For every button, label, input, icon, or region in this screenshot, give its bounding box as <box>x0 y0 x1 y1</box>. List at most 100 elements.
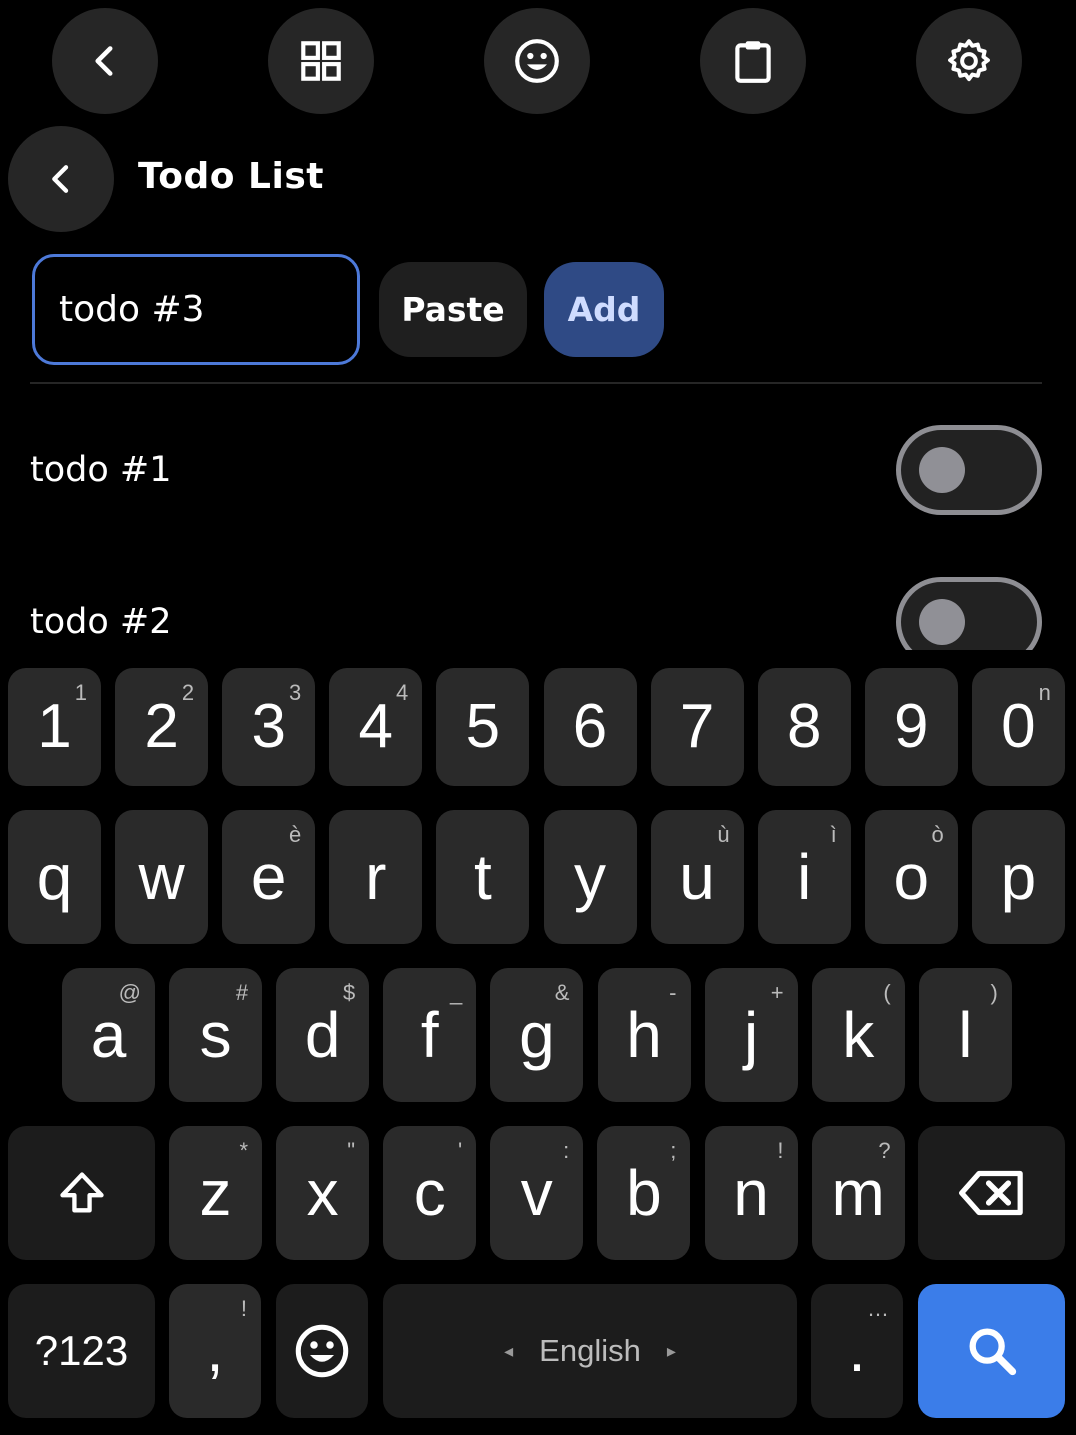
key-hint: + <box>770 980 784 1005</box>
paste-button[interactable]: Paste <box>379 262 527 357</box>
key-hint: ò <box>931 822 944 847</box>
todo-label: todo #1 <box>30 450 172 490</box>
key-d[interactable]: d $ <box>276 968 370 1102</box>
back-button[interactable] <box>8 126 114 232</box>
key-u[interactable]: uù <box>650 810 744 944</box>
key-r[interactable]: r <box>329 810 423 944</box>
key-5[interactable]: 5 <box>436 668 530 786</box>
key-label: 0 <box>1001 692 1036 761</box>
key-label: w <box>138 841 185 913</box>
backspace-key[interactable] <box>918 1126 1065 1260</box>
key-hint: 4 <box>396 680 409 705</box>
key-label: q <box>36 841 73 913</box>
emoji-key[interactable] <box>276 1284 368 1418</box>
key-v[interactable]: v: <box>490 1126 584 1260</box>
chevron-left-icon <box>52 165 69 193</box>
key-o[interactable]: oò <box>864 810 958 944</box>
toolbar-settings-button[interactable] <box>916 8 1022 114</box>
key-6[interactable]: 6 <box>543 668 637 786</box>
key-i[interactable]: iì <box>757 810 851 944</box>
page-title: Todo List <box>138 156 324 197</box>
todo-label: todo #2 <box>30 602 172 642</box>
key-7[interactable]: 7 <box>650 668 744 786</box>
toolbar-emoji-button[interactable] <box>484 8 590 114</box>
todo-input[interactable] <box>32 254 360 365</box>
key-h[interactable]: h- <box>597 968 691 1102</box>
clipboard-icon <box>735 41 771 83</box>
key-g[interactable]: g & <box>490 968 584 1102</box>
key-q[interactable]: q <box>8 810 101 944</box>
shift-key[interactable] <box>8 1126 155 1260</box>
key-hint: ? <box>878 1138 891 1163</box>
emoji-icon <box>295 1324 349 1378</box>
key-1[interactable]: 11 <box>8 668 101 786</box>
shift-icon <box>59 1172 104 1213</box>
space-key[interactable]: ◂ English ▸ <box>383 1284 797 1418</box>
toolbar-clipboard-button[interactable] <box>700 8 806 114</box>
key-label: t <box>474 841 492 913</box>
key-k[interactable]: k( <box>811 968 905 1102</box>
key-label: k <box>842 999 875 1071</box>
key-label: 6 <box>572 692 608 761</box>
key-a[interactable]: a @ <box>62 968 155 1102</box>
key-0[interactable]: 0n <box>971 668 1065 786</box>
symbols-key[interactable]: ?123 <box>8 1284 155 1418</box>
todo-toggle[interactable] <box>896 577 1042 650</box>
key-4[interactable]: 44 <box>329 668 423 786</box>
period-hint: … <box>867 1296 889 1321</box>
period-key[interactable]: . … <box>811 1284 903 1418</box>
backspace-icon <box>958 1170 1023 1216</box>
toolbar-grid-button[interactable] <box>268 8 374 114</box>
key-label: e <box>250 841 287 913</box>
language-right-arrow: ▸ <box>666 1340 676 1361</box>
key-label: x <box>306 1157 339 1229</box>
toolbar-back-button[interactable] <box>52 8 158 114</box>
keyboard: 11223344567890n qweèrtyuùiìoòp a @ s # d $ f _ g… <box>0 652 1076 1435</box>
key-3[interactable]: 33 <box>222 668 316 786</box>
period-label: . <box>848 1316 866 1385</box>
emoji-icon <box>515 39 559 83</box>
key-x[interactable]: x " <box>276 1126 370 1260</box>
key-9[interactable]: 9 <box>864 668 958 786</box>
key-p[interactable]: p <box>971 810 1065 944</box>
key-label: f <box>420 999 439 1071</box>
key-label: j <box>743 999 759 1071</box>
key-n[interactable]: n! <box>704 1126 798 1260</box>
add-button[interactable]: Add <box>544 262 664 357</box>
key-z[interactable]: z * <box>169 1126 262 1260</box>
key-w[interactable]: w <box>115 810 209 944</box>
todo-toggle[interactable] <box>896 425 1042 515</box>
key-label: g <box>519 999 555 1071</box>
key-label: h <box>626 999 662 1071</box>
comma-key[interactable]: , ! <box>169 1284 261 1418</box>
key-hint: $ <box>342 980 356 1005</box>
symbols-label: ?123 <box>34 1327 129 1374</box>
comma-hint: ! <box>240 1296 247 1321</box>
key-c[interactable]: c ' <box>383 1126 477 1260</box>
key-t[interactable]: t <box>436 810 530 944</box>
search-key[interactable] <box>918 1284 1065 1418</box>
key-hint: _ <box>450 980 463 1005</box>
key-hint: è <box>288 822 302 847</box>
key-2[interactable]: 22 <box>115 668 209 786</box>
key-label: 7 <box>679 692 715 761</box>
grid-icon <box>301 41 341 81</box>
key-e[interactable]: eè <box>222 810 316 944</box>
key-m[interactable]: m? <box>811 1126 905 1260</box>
key-b[interactable]: b; <box>597 1126 691 1260</box>
key-f[interactable]: f _ <box>383 968 477 1102</box>
divider <box>30 382 1042 384</box>
key-s[interactable]: s # <box>169 968 263 1102</box>
key-8[interactable]: 8 <box>757 668 851 786</box>
key-hint: # <box>235 980 249 1005</box>
key-j[interactable]: j + <box>704 968 798 1102</box>
todo-list: todo #1 todo #2 <box>0 385 1076 650</box>
settings-icon <box>948 39 990 82</box>
key-y[interactable]: y <box>543 810 637 944</box>
key-label: s <box>199 999 232 1071</box>
key-label: 9 <box>894 692 929 761</box>
key-l[interactable]: l) <box>918 968 1012 1102</box>
key-label: u <box>679 841 715 913</box>
key-label: o <box>893 841 930 913</box>
key-label: z <box>199 1157 232 1229</box>
